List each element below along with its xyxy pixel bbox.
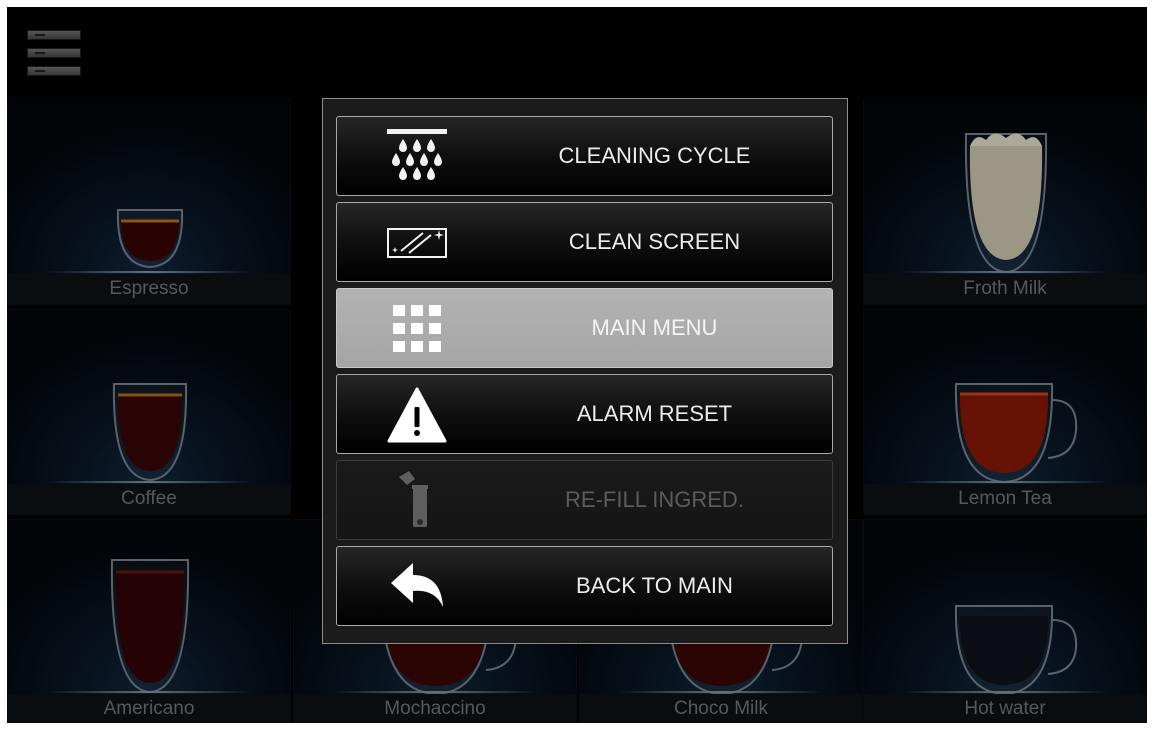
alarm-reset-button[interactable]: ALARM RESET — [336, 374, 833, 454]
grid-menu-icon — [393, 305, 441, 352]
cleaning-cycle-icon — [387, 129, 447, 180]
button-label: CLEANING CYCLE — [558, 143, 751, 168]
button-label: CLEAN SCREEN — [568, 229, 741, 254]
refill-ingredients-icon — [399, 471, 428, 527]
warning-icon — [387, 387, 447, 443]
button-label: MAIN MENU — [591, 315, 718, 340]
back-arrow-icon — [391, 563, 443, 607]
clean-screen-button[interactable]: CLEAN SCREEN — [336, 202, 833, 282]
refill-ingredients-button[interactable]: RE-FILL INGRED. — [336, 460, 833, 540]
machine-screen: Espresso Froth Milk Coffee Lemon Tea Ame… — [7, 7, 1147, 723]
back-to-main-button[interactable]: BACK TO MAIN — [336, 546, 833, 626]
button-label: BACK TO MAIN — [576, 573, 733, 598]
button-label: RE-FILL INGRED. — [565, 487, 744, 512]
button-label: ALARM RESET — [576, 401, 733, 426]
clean-screen-icon — [387, 228, 447, 258]
cleaning-cycle-button[interactable]: CLEANING CYCLE — [336, 116, 833, 196]
main-menu-button[interactable]: MAIN MENU — [336, 288, 833, 368]
service-menu-dialog: CLEANING CYCLE CLEAN SCREEN MAIN MENU AL… — [322, 98, 848, 644]
